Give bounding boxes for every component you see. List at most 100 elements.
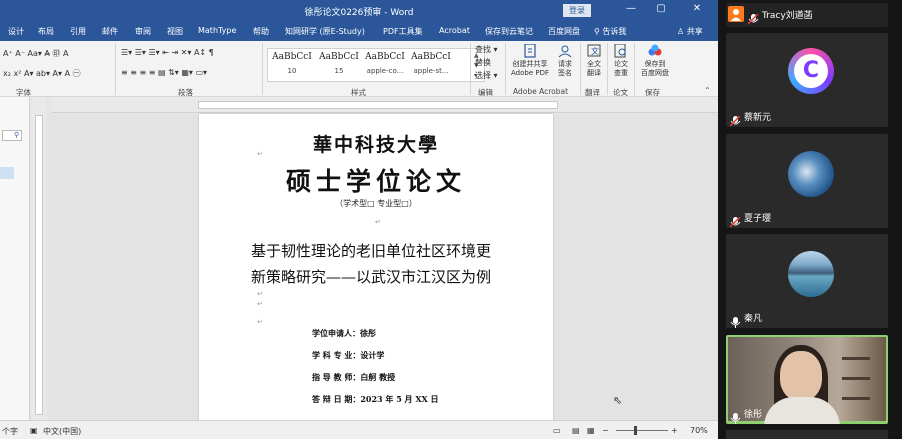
info-value: 2023 年 5 月 XX 日	[360, 394, 439, 404]
participant-tile[interactable]: 夏子璎	[726, 134, 888, 228]
mic-icon	[730, 313, 741, 328]
style-name: apple-st...	[413, 67, 449, 75]
style-10[interactable]: AaBbCcI 10	[269, 52, 315, 75]
paragraph-tools-row2[interactable]: ≡ ≡ ≡ ≡ ▤ ⇅▾ ▦▾ ▭▾	[121, 68, 207, 77]
participant-tile[interactable]: C 蔡新元	[726, 33, 888, 127]
paragraph-tools-row1[interactable]: ☰▾ ☰▾ ☰▾ ⇤ ⇥ ✕▾ A↕ ¶	[121, 48, 214, 57]
svg-text:文: 文	[591, 46, 599, 56]
nav-search-icon[interactable]: ⚲	[2, 130, 22, 141]
tab-pdf-tools[interactable]: PDF工具集	[383, 26, 423, 37]
nav-selected-item[interactable]	[0, 167, 14, 179]
focus-mode-icon[interactable]: ▭	[553, 426, 561, 435]
ribbon-tabs: 设计 布局 引用 邮件 审阅 视图 MathType 帮助 知网研学 (原E-S…	[0, 22, 718, 41]
group-divider	[115, 43, 116, 95]
font-tools-row2[interactable]: x₂ x² A▾ ab▾ A▾ A ㊀	[3, 68, 81, 79]
bookshelf	[842, 397, 870, 400]
participant-tile[interactable]: 秦凡	[726, 234, 888, 328]
magnifier-doc-icon	[613, 43, 629, 58]
tab-layout[interactable]: 布局	[38, 26, 54, 37]
tab-cloud-notes[interactable]: 保存到云笔记	[485, 26, 533, 37]
info-label: 指 导 教 师：	[312, 372, 361, 382]
info-label: 答 辩 日 期：	[312, 394, 361, 404]
request-sign-label: 请求 签名	[558, 60, 572, 77]
full-text-translate-button[interactable]: 文 全文 翻译	[583, 44, 605, 78]
thesis-title: 基于韧性理论的老旧单位社区环境更 新策略研究——以武汉市江汉区为例	[251, 238, 531, 290]
style-15[interactable]: AaBbCcI 15	[316, 52, 362, 75]
paper-check-button[interactable]: 论文 查重	[610, 43, 632, 78]
participant-tile-active[interactable]: 徐彤	[726, 335, 888, 424]
tell-me-label: 告诉我	[602, 27, 627, 36]
mic-muted-icon	[729, 213, 741, 228]
tab-design[interactable]: 设计	[8, 26, 24, 37]
tab-references[interactable]: 引用	[70, 26, 86, 37]
tab-help[interactable]: 帮助	[253, 26, 269, 37]
request-signature-button[interactable]: 请求 签名	[553, 44, 577, 78]
collapse-ribbon-icon[interactable]: ⌃	[704, 86, 711, 95]
group-divider	[634, 43, 635, 95]
tab-review[interactable]: 审阅	[135, 26, 151, 37]
ribbon: A⁺ A⁻ Aa▾ A̶ ㊞ A x₂ x² A▾ ab▾ A▾ A ㊀ 字体 …	[0, 41, 718, 97]
zoom-in-button[interactable]: +	[671, 426, 678, 435]
document-title: 徐彤论文0226预审 - Word	[304, 8, 414, 18]
font-tools-row1[interactable]: A⁺ A⁻ Aa▾ A̶ ㊞ A	[3, 48, 68, 59]
horizontal-ruler[interactable]	[52, 97, 718, 113]
paragraph-mark: ↵	[257, 150, 263, 158]
tab-acrobat[interactable]: Acrobat	[439, 26, 470, 35]
zoom-out-button[interactable]: −	[602, 426, 609, 435]
replace-button[interactable]: 替换	[475, 57, 491, 68]
info-label: 学位申请人：	[312, 328, 360, 338]
create-pdf-label: 创建并共享 Adobe PDF	[510, 60, 549, 77]
bookshelf	[842, 357, 870, 360]
find-button[interactable]: 查找 ▾	[475, 44, 498, 55]
mic-muted-icon	[729, 112, 741, 127]
style-name: 10	[287, 67, 297, 75]
document-page[interactable]: 華中科技大學 硕士学位论文 （学术型□ 专业型□） 基于韧性理论的老旧单位社区环…	[199, 114, 553, 424]
ruler-track	[198, 101, 558, 109]
share-label: 共享	[686, 27, 703, 36]
participant-name: 徐彤	[744, 410, 763, 420]
thesis-title-line1: 基于韧性理论的老旧单位社区环境更	[251, 242, 492, 260]
create-adobe-pdf-button[interactable]: 创建并共享 Adobe PDF	[508, 43, 552, 78]
participant-name: 蔡新元	[744, 113, 772, 123]
participant-tile[interactable]: Tracy刘遒菡	[726, 3, 888, 27]
tab-view[interactable]: 视图	[167, 26, 183, 37]
person-icon: ♙	[677, 27, 685, 36]
print-layout-icon[interactable]: ▦	[587, 426, 595, 435]
tab-mathtype[interactable]: MathType	[198, 26, 236, 35]
word-count[interactable]: 个字	[2, 426, 18, 437]
style-sample: AaBbCcI	[272, 52, 312, 62]
paragraph-mark: ↵	[375, 218, 381, 226]
zoom-level[interactable]: 70%	[690, 426, 708, 435]
info-advisor: 指 导 教 师：白舸 教授	[312, 372, 395, 383]
avatar	[788, 251, 834, 297]
tab-estudy[interactable]: 知网研学 (原E-Study)	[285, 26, 365, 37]
restore-button[interactable]: ▢	[652, 3, 670, 14]
style-apple-co[interactable]: AaBbCcI apple-co...	[362, 52, 408, 75]
tab-baidu-netdisk[interactable]: 百度网盘	[548, 26, 580, 37]
document-canvas: 華中科技大學 硕士学位论文 （学术型□ 专业型□） 基于韧性理论的老旧单位社区环…	[48, 114, 718, 424]
zoom-slider-thumb[interactable]	[634, 426, 637, 435]
adobe-group-label: Adobe Acrobat	[513, 87, 569, 96]
tab-mailings[interactable]: 邮件	[102, 26, 118, 37]
language-indicator[interactable]: 中文(中国)	[43, 426, 81, 437]
avatar	[788, 151, 834, 197]
bookshelf	[842, 377, 870, 380]
select-button[interactable]: 选择 ▾	[475, 70, 498, 81]
login-button[interactable]: 登录	[563, 4, 591, 17]
proofing-icon[interactable]: ▣	[30, 426, 38, 435]
close-button[interactable]: ✕	[688, 3, 706, 14]
minimize-button[interactable]: —	[622, 3, 640, 14]
group-divider	[607, 43, 608, 95]
vertical-ruler[interactable]	[32, 97, 46, 420]
style-apple-st[interactable]: AaBbCcI apple-st...	[408, 52, 454, 75]
title-bar: 徐彤论文0226预审 - Word 登录 — ▢ ✕	[0, 0, 718, 22]
participant-name: 夏子璎	[744, 214, 772, 224]
zoom-slider[interactable]	[616, 430, 668, 431]
styles-gallery: AaBbCcI 10 AaBbCcI 15 AaBbCcI apple-co..…	[267, 48, 485, 82]
share-button[interactable]: ♙ 共享	[677, 26, 703, 37]
save-to-baidu-button[interactable]: 保存到 百度网盘	[637, 44, 673, 78]
read-mode-icon[interactable]: ▤	[572, 426, 580, 435]
tell-me-box[interactable]: ⚲ 告诉我	[594, 26, 626, 37]
info-major: 学 科 专 业：设计学	[312, 350, 384, 361]
person-face	[780, 351, 822, 401]
